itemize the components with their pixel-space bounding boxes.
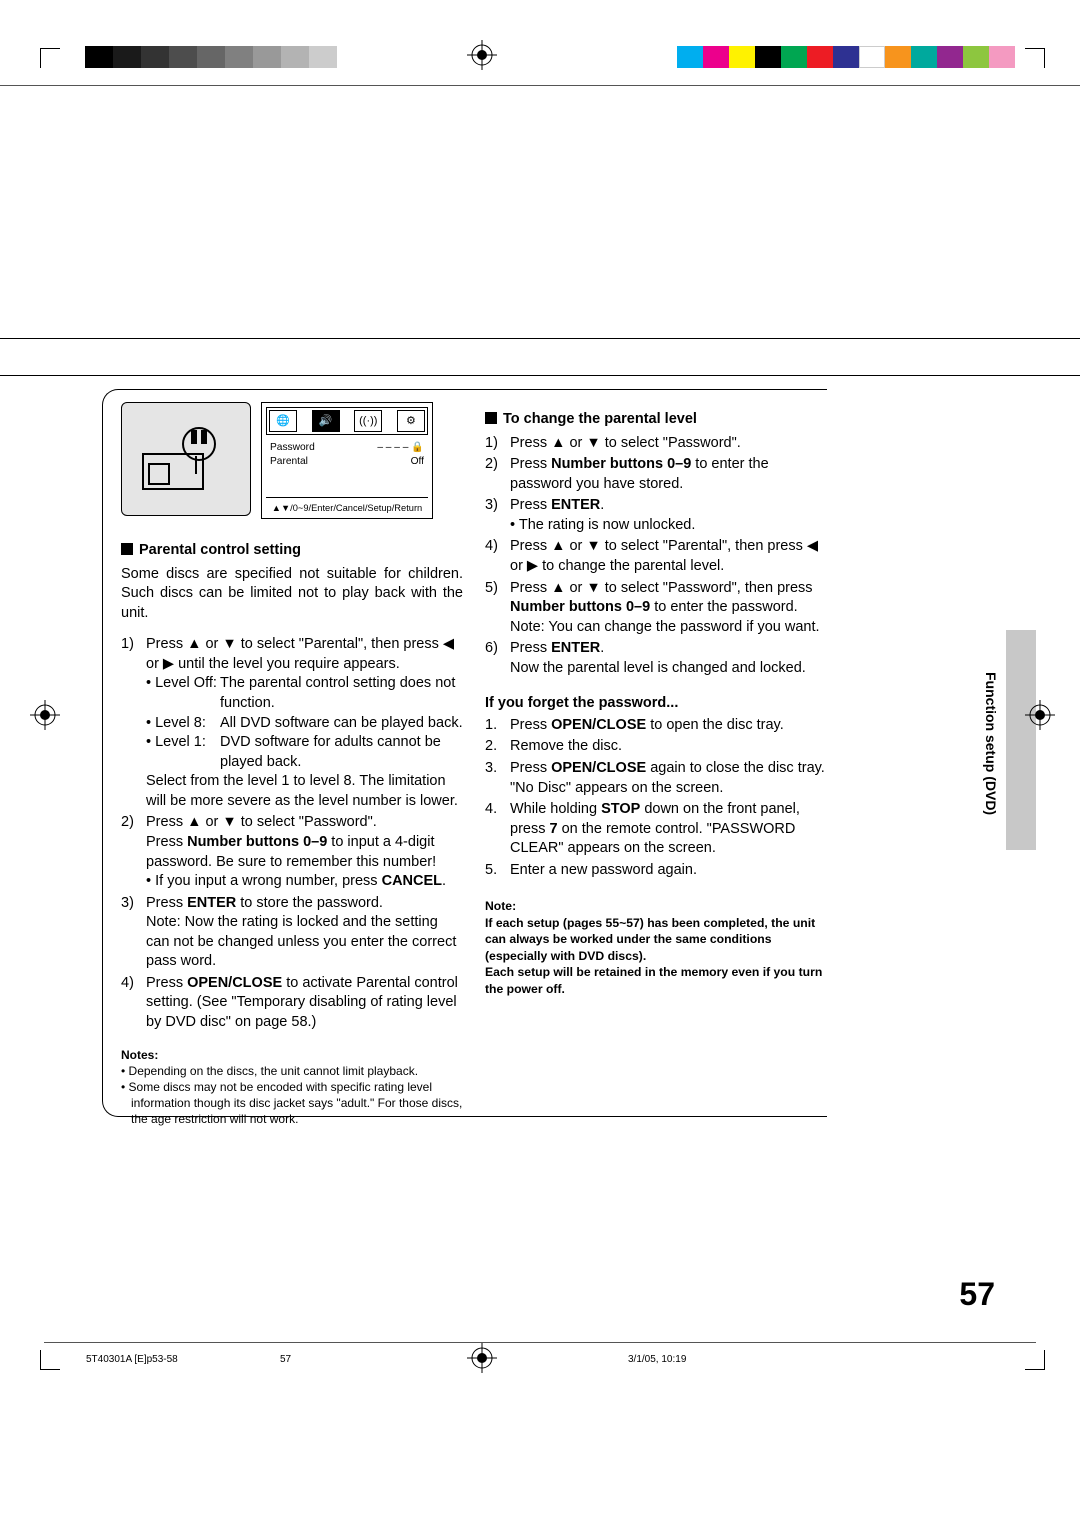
setup-illustration bbox=[121, 402, 251, 516]
crop-mark-bl bbox=[40, 1350, 60, 1370]
crop-mark-br bbox=[1025, 1350, 1045, 1370]
left-column: 🌐 🔊 ((·)) ⚙ Password – – – – 🔒 Parental Of… bbox=[121, 402, 463, 1128]
right-column: To change the parental level 1)Press ▲ o… bbox=[485, 402, 827, 1128]
print-calibration-bars bbox=[0, 45, 1080, 69]
dolby-icon: ((·)) bbox=[354, 410, 382, 432]
content-frame: 🌐 🔊 ((·)) ⚙ Password – – – – 🔒 Parental Of… bbox=[102, 389, 827, 1117]
footer-doc-id: 5T40301A [E]p53-58 bbox=[86, 1353, 178, 1367]
footer-rule bbox=[44, 1342, 1036, 1343]
speaker-icon: 🔊 bbox=[312, 410, 340, 432]
step-1b: Select from the level 1 to level 8. The … bbox=[146, 772, 463, 811]
step-4: Press OPEN/CLOSE to activate Parental co… bbox=[146, 974, 463, 1033]
section-tab-bar bbox=[1006, 630, 1036, 850]
registration-mark-icon bbox=[467, 1343, 497, 1373]
f-step-3: Press OPEN/CLOSE again to close the disc… bbox=[510, 759, 827, 798]
f-step-1: Press OPEN/CLOSE to open the disc tray. bbox=[510, 716, 827, 736]
r-step-1: Press ▲ or ▼ to select "Password". bbox=[510, 434, 827, 454]
osd-password-label: Password bbox=[270, 441, 315, 455]
note-1: • Depending on the discs, the unit canno… bbox=[121, 1063, 463, 1079]
r-step-3: Press ENTER.• The rating is now unlocked… bbox=[510, 496, 827, 535]
footer-page: 57 bbox=[280, 1353, 291, 1367]
retention-note: Note: If each setup (pages 55~57) has be… bbox=[485, 898, 827, 997]
step-3a: Press ENTER to store the password. bbox=[146, 894, 463, 914]
intro-text: Some discs are specified not suitable fo… bbox=[121, 565, 463, 624]
header-rule bbox=[0, 85, 1080, 86]
section-heading-change: To change the parental level bbox=[485, 410, 827, 430]
tools-icon: ⚙ bbox=[397, 410, 425, 432]
step-1a: Press ▲ or ▼ to select "Parental", then … bbox=[146, 635, 463, 674]
f-step-4: While holding STOP down on the front pan… bbox=[510, 800, 827, 859]
registration-mark-icon bbox=[1025, 700, 1055, 730]
footer-date: 3/1/05, 10:19 bbox=[628, 1353, 686, 1367]
forgot-heading: If you forget the password... bbox=[485, 694, 827, 714]
section-tab-label: Function setup (DVD) bbox=[981, 672, 1000, 815]
osd-parental-value: Off bbox=[411, 455, 424, 469]
title-bar bbox=[0, 338, 1080, 376]
section-heading-parental: Parental control setting bbox=[121, 541, 463, 561]
page-number: 57 bbox=[959, 1273, 995, 1316]
r-step-5: Press ▲ or ▼ to select "Password", then … bbox=[510, 579, 827, 638]
r-step-6: Press ENTER.Now the parental level is ch… bbox=[510, 639, 827, 678]
step-3b: Note: Now the rating is locked and the s… bbox=[146, 913, 463, 972]
note-2: • Some discs may not be encoded with spe… bbox=[121, 1079, 463, 1128]
globe-icon: 🌐 bbox=[269, 410, 297, 432]
osd-parental-label: Parental bbox=[270, 455, 308, 469]
f-step-2: Remove the disc. bbox=[510, 737, 827, 757]
step-2b: Press Number buttons 0–9 to input a 4-di… bbox=[146, 833, 463, 872]
r-step-4: Press ▲ or ▼ to select "Parental", then … bbox=[510, 537, 827, 576]
procedure-list-right: 1)Press ▲ or ▼ to select "Password". 2)P… bbox=[485, 434, 827, 679]
procedure-list-left: 1) Press ▲ or ▼ to select "Parental", th… bbox=[121, 635, 463, 1032]
notes-heading-left: Notes: bbox=[121, 1047, 463, 1063]
registration-mark-icon bbox=[467, 40, 497, 70]
f-step-5: Enter a new password again. bbox=[510, 861, 827, 881]
registration-mark-icon bbox=[30, 700, 60, 730]
lock-icon: 🔒 bbox=[411, 442, 424, 453]
osd-password-value: – – – – bbox=[377, 442, 408, 453]
forgot-list: 1.Press OPEN/CLOSE to open the disc tray… bbox=[485, 716, 827, 881]
osd-screen: 🌐 🔊 ((·)) ⚙ Password – – – – 🔒 Parental Of… bbox=[261, 402, 433, 519]
step-2c: • If you input a wrong number, press CAN… bbox=[146, 872, 463, 892]
osd-footer-text: ▲▼/0~9/Enter/Cancel/Setup/Return bbox=[266, 497, 428, 515]
r-step-2: Press Number buttons 0–9 to enter the pa… bbox=[510, 455, 827, 494]
step-2a: Press ▲ or ▼ to select "Password". bbox=[146, 813, 463, 833]
